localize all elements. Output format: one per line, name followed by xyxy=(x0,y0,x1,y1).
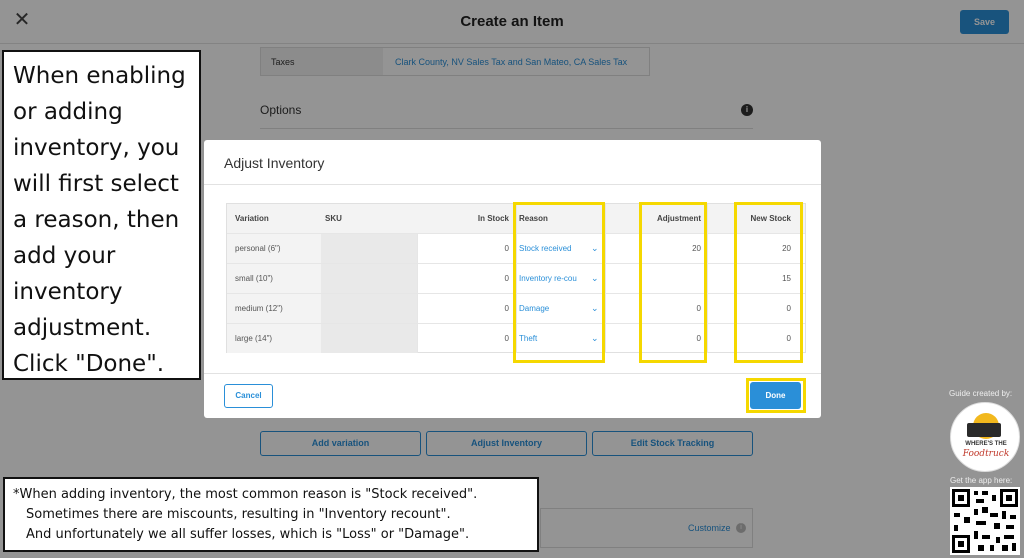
in-stock-value: 0 xyxy=(504,244,509,253)
callout-line: a reason, then xyxy=(13,207,180,233)
logo-text: WHERE'S THE xyxy=(965,441,1007,447)
callout-line: adjustment. xyxy=(13,315,152,341)
dialog-title: Adjust Inventory xyxy=(224,155,325,171)
instruction-callout: When enabling or adding inventory, you w… xyxy=(2,50,201,380)
note-line: Sometimes there are miscounts, resulting… xyxy=(26,507,451,522)
note-line: And unfortunately we all suffer losses, … xyxy=(26,527,470,542)
column-header-sku: SKU xyxy=(325,214,342,223)
adjust-inventory-dialog: Adjust Inventory Variation SKU In Stock … xyxy=(204,140,821,418)
in-stock-value: 0 xyxy=(504,304,509,313)
variation-name: personal (6") xyxy=(235,244,281,253)
callout-line: add your xyxy=(13,243,116,269)
callout-line: When enabling xyxy=(13,63,186,89)
callout-line: Click "Done". xyxy=(13,351,165,377)
divider xyxy=(204,373,821,374)
variation-name: medium (12") xyxy=(235,304,283,313)
qr-code-icon[interactable] xyxy=(950,487,1020,555)
app-download-label: Get the app here: xyxy=(950,476,1013,485)
truck-icon xyxy=(967,423,1001,437)
footnote-box: *When adding inventory, the most common … xyxy=(3,477,539,552)
done-button[interactable]: Done xyxy=(750,382,801,409)
adjustment-column-highlight xyxy=(639,202,707,363)
variation-name: large (14") xyxy=(235,334,273,343)
callout-line: or adding xyxy=(13,99,123,125)
guide-credit-label: Guide created by: xyxy=(949,389,1013,398)
callout-line: inventory xyxy=(13,279,123,305)
foodtruck-logo: WHERE'S THE Foodtruck xyxy=(950,402,1020,472)
divider xyxy=(204,184,821,185)
callout-line: inventory, you xyxy=(13,135,180,161)
reason-column-highlight xyxy=(513,202,605,363)
new-stock-column-highlight xyxy=(734,202,803,363)
cancel-button[interactable]: Cancel xyxy=(224,384,273,408)
column-header-in-stock: In Stock xyxy=(477,214,509,223)
variation-name: small (10") xyxy=(235,274,273,283)
callout-line: will first select xyxy=(13,171,179,197)
in-stock-value: 0 xyxy=(504,334,509,343)
logo-text: Foodtruck xyxy=(962,449,1010,459)
in-stock-value: 0 xyxy=(504,274,509,283)
note-line: *When adding inventory, the most common … xyxy=(13,487,478,502)
column-header-variation: Variation xyxy=(235,214,269,223)
